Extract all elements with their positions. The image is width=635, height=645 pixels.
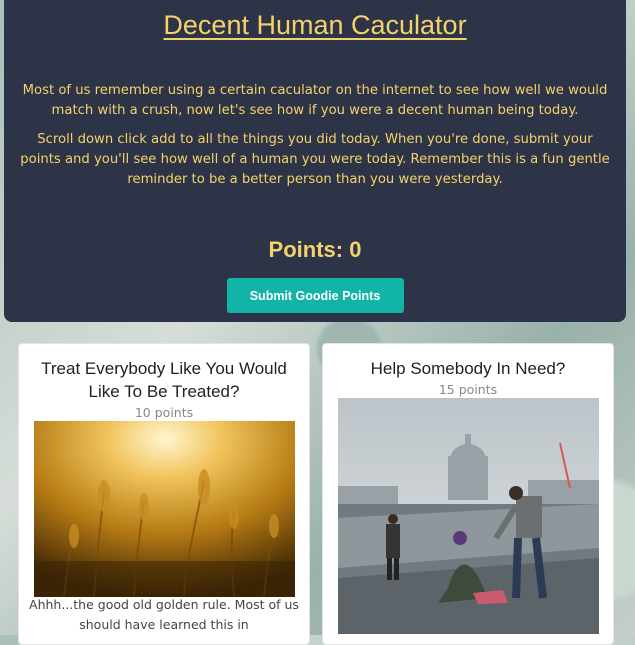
- deed-card-help-somebody[interactable]: Help Somebody In Need? 15 points: [322, 343, 614, 645]
- deed-card-treat-everybody[interactable]: Treat Everybody Like You Would Like To B…: [18, 343, 310, 645]
- points-total: Points: 0: [268, 237, 362, 262]
- submit-points-button[interactable]: Submit Goodie Points: [226, 278, 404, 313]
- card-points: 10 points: [134, 405, 194, 420]
- instructions-text: Scroll down click add to all the things …: [20, 132, 610, 187]
- header-panel: Decent Human Caculator Most of us rememb…: [4, 0, 626, 322]
- city-bridge-photo: [338, 398, 599, 634]
- card-title: Treat Everybody Like You Would Like To B…: [41, 359, 287, 401]
- card-points: 15 points: [438, 382, 498, 397]
- card-title: Help Somebody In Need?: [370, 359, 566, 378]
- golden-field-photo: [34, 421, 295, 597]
- intro-text: Most of us remember using a certain cacu…: [22, 83, 608, 118]
- card-description: Ahhh...the good old golden rule. Most of…: [29, 597, 299, 632]
- page-title: Decent Human Caculator: [163, 10, 467, 40]
